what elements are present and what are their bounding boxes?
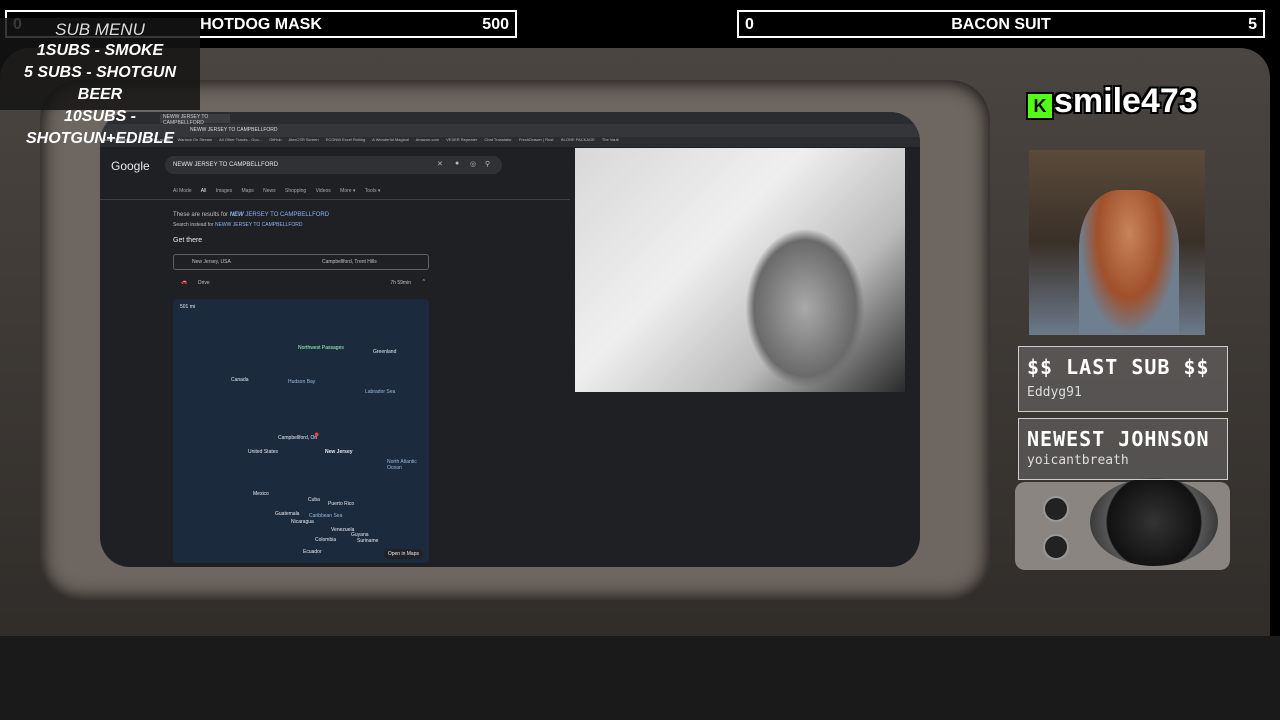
- browser-tab-strip: NEWW JERSEY TO CAMPBELLFORD: [100, 112, 920, 126]
- streamer-webcam-subject: [1079, 190, 1179, 335]
- kick-logo-icon: K: [1026, 92, 1054, 120]
- sub-menu-line: 1SUBS - SMOKE: [36, 42, 164, 59]
- map-label: Puerto Rico: [328, 501, 355, 507]
- map-label: New Jersey: [325, 449, 353, 455]
- car-icon: 🚗: [181, 279, 188, 285]
- map-label: Northwest Passages: [298, 345, 344, 351]
- map-label: Canada: [231, 377, 249, 383]
- bookmark-item[interactable]: VEXER Repeater: [446, 137, 477, 142]
- bookmark-item[interactable]: FreshDrawer | Rust: [519, 137, 554, 142]
- open-in-maps-button[interactable]: Open in Maps: [383, 549, 423, 559]
- map[interactable]: 501 mi Greenland Northwest Passages Cana…: [173, 299, 429, 563]
- goal-target: 500: [482, 16, 509, 33]
- search-icon[interactable]: ⚲: [485, 160, 490, 168]
- bookmark-item[interactable]: A Wonderful Magical: [372, 137, 409, 142]
- bookmark-item[interactable]: IN-ONE PACKAGE: [561, 137, 595, 142]
- streamer-badge: K smile473: [1018, 82, 1230, 122]
- tab-images[interactable]: Images: [216, 188, 232, 194]
- lens-icon[interactable]: ◎: [470, 160, 476, 168]
- sub-menu-title: SUB MENU: [55, 20, 145, 39]
- last-sub-heading: $$ LAST SUB $$: [1027, 355, 1210, 379]
- tab-videos[interactable]: Videos: [316, 188, 331, 194]
- map-label: Mexico: [253, 491, 269, 497]
- mode-label: Drive: [198, 280, 210, 286]
- map-label: Labrador Sea: [365, 389, 396, 395]
- tab-more[interactable]: More ▾: [340, 188, 355, 194]
- tab-maps[interactable]: Maps: [242, 188, 254, 194]
- last-sub-panel: $$ LAST SUB $$ Eddyg91: [1018, 346, 1228, 412]
- tv-base: [0, 636, 1280, 720]
- goal-name: BACON SUIT: [951, 16, 1051, 33]
- drive-time: 7h 59min: [390, 280, 411, 286]
- last-sub-name: Eddyg91: [1027, 385, 1082, 400]
- bookmark-item[interactable]: Chat Translator: [484, 137, 511, 142]
- corrected-query[interactable]: JERSEY TO CAMPBELLFORD: [244, 212, 329, 218]
- goal-target: 5: [1248, 16, 1257, 33]
- video-subject: [745, 228, 865, 388]
- newest-follower-panel: NEWEST JOHNSON yoicantbreath: [1018, 418, 1228, 480]
- newest-name: yoicantbreath: [1027, 453, 1129, 468]
- knob-icon: [1043, 496, 1069, 522]
- map-label: Cuba: [308, 497, 320, 503]
- get-there-heading: Get there: [173, 237, 203, 244]
- search-instead: Search instead for NEWW JERSEY TO CAMPBE…: [173, 222, 303, 228]
- map-label: Campbellford, On: [278, 435, 318, 441]
- search-box[interactable]: NEWW JERSEY TO CAMPBELLFORD ✕ ● ◎ ⚲: [165, 156, 502, 174]
- google-logo[interactable]: Google: [111, 159, 150, 173]
- map-scale: 501 mi: [180, 304, 196, 310]
- map-label: Caribbean Sea: [309, 513, 343, 519]
- route-to[interactable]: Campbellford, Trent Hills: [322, 259, 377, 265]
- map-label: United States: [248, 449, 279, 455]
- bookmark-item[interactable]: All Other Tracks - Goo...: [219, 137, 262, 142]
- map-label: North Atlantic Ocean: [387, 459, 417, 471]
- location-pin-icon[interactable]: ●: [314, 429, 319, 439]
- route-from[interactable]: New Jersey, USA: [192, 259, 231, 265]
- map-label: Greenland: [373, 349, 397, 355]
- bookmark-item[interactable]: AlexCSR Screen: [289, 137, 319, 142]
- divider: [100, 199, 570, 200]
- channel-dial-icon: [1090, 478, 1218, 566]
- bookmark-item[interactable]: ECONW Excel Rolling: [326, 137, 366, 142]
- search-tabs: AI Mode All Images Maps News Shopping Vi…: [173, 188, 388, 194]
- map-label: Hudson Bay: [288, 379, 316, 385]
- map-label: Colombia: [315, 537, 337, 543]
- corrected-word[interactable]: NEW: [230, 212, 244, 218]
- bookmark-item[interactable]: Amazon.com: [416, 137, 439, 142]
- newest-heading: NEWEST JOHNSON: [1027, 427, 1210, 451]
- route-inputs: New Jersey, USA Campbellford, Trent Hill…: [173, 254, 429, 270]
- tab-ai-mode[interactable]: AI Mode: [173, 188, 192, 194]
- search-input[interactable]: NEWW JERSEY TO CAMPBELLFORD: [173, 162, 278, 168]
- tab-news[interactable]: News: [263, 188, 276, 194]
- sub-menu-line: 10SUBS - SHOTGUN+EDIBLE: [25, 108, 174, 147]
- map-label: Nicaragua: [291, 519, 314, 525]
- mic-icon[interactable]: ●: [455, 160, 459, 167]
- clear-icon[interactable]: ✕: [437, 160, 443, 168]
- bookmark-item[interactable]: GitHub: [269, 137, 281, 142]
- tab-all[interactable]: All: [201, 188, 207, 194]
- bookmark-item[interactable]: The Vault: [602, 137, 619, 142]
- search-instead-link[interactable]: NEWW JERSEY TO CAMPBELLFORD: [215, 222, 303, 228]
- drive-row[interactable]: 🚗 Drive 7h 59min ^: [173, 278, 429, 290]
- tab-shopping[interactable]: Shopping: [285, 188, 306, 194]
- video-overlay: [575, 148, 905, 392]
- goal-bar-bacon-suit: 0 BACON SUIT 5: [737, 10, 1265, 38]
- map-label: Guatemala: [275, 511, 300, 517]
- search-instead-prefix: Search instead for: [173, 222, 214, 228]
- chevron-up-icon[interactable]: ^: [423, 279, 425, 285]
- results-prefix: These are results for: [173, 212, 229, 218]
- bookmarks-bar: Creator Dashboard Vegus I'm magic Warloc…: [100, 137, 920, 147]
- knob-icon: [1043, 534, 1069, 560]
- sub-menu-panel: SUB MENU 1SUBS - SMOKE 5 SUBS - SHOTGUN …: [0, 18, 200, 147]
- streamer-username: smile473: [1054, 82, 1198, 120]
- map-label: Ecuador: [303, 549, 322, 555]
- spelling-correction: These are results for NEW JERSEY TO CAMP…: [173, 212, 329, 218]
- sub-menu-line: 5 SUBS - SHOTGUN BEER: [23, 64, 176, 103]
- address-text[interactable]: NEWW JERSEY TO CAMPBELLFORD: [190, 127, 278, 133]
- tab-tools[interactable]: Tools ▾: [365, 188, 381, 194]
- webcam-feed: [1029, 150, 1205, 335]
- map-label: Suriname: [357, 538, 379, 544]
